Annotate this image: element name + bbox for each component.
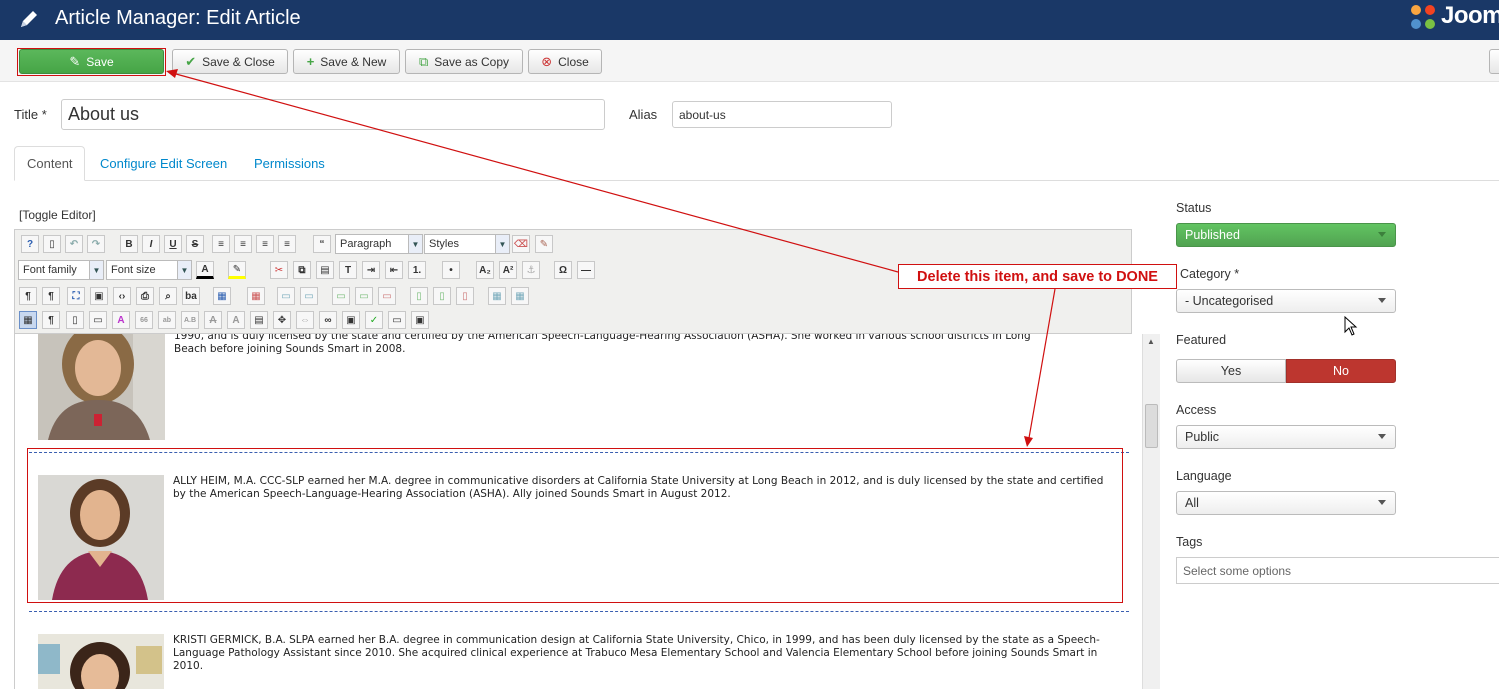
access-select[interactable]: Public — [1176, 425, 1396, 449]
chevron-down-icon — [1378, 500, 1386, 505]
chevron-down-icon — [1378, 434, 1386, 439]
language-select[interactable]: All — [1176, 491, 1396, 515]
status-label: Status — [1176, 201, 1212, 215]
mouse-cursor-icon — [1344, 316, 1358, 336]
language-label: Language — [1176, 469, 1232, 483]
featured-label: Featured — [1176, 333, 1227, 347]
category-label: Category * — [1180, 267, 1240, 281]
category-select[interactable]: - Uncategorised — [1176, 289, 1396, 313]
tags-label: Tags — [1176, 535, 1203, 549]
featured-yes-button[interactable]: Yes — [1176, 359, 1286, 383]
featured-no-button[interactable]: No — [1286, 359, 1396, 383]
chevron-down-icon — [1378, 232, 1386, 237]
chevron-down-icon — [1378, 298, 1386, 303]
access-label: Access — [1176, 403, 1217, 417]
status-select[interactable]: Published — [1176, 223, 1396, 247]
annotation-arrows — [166, 69, 1056, 447]
tags-input[interactable]: Select some options — [1176, 557, 1499, 584]
